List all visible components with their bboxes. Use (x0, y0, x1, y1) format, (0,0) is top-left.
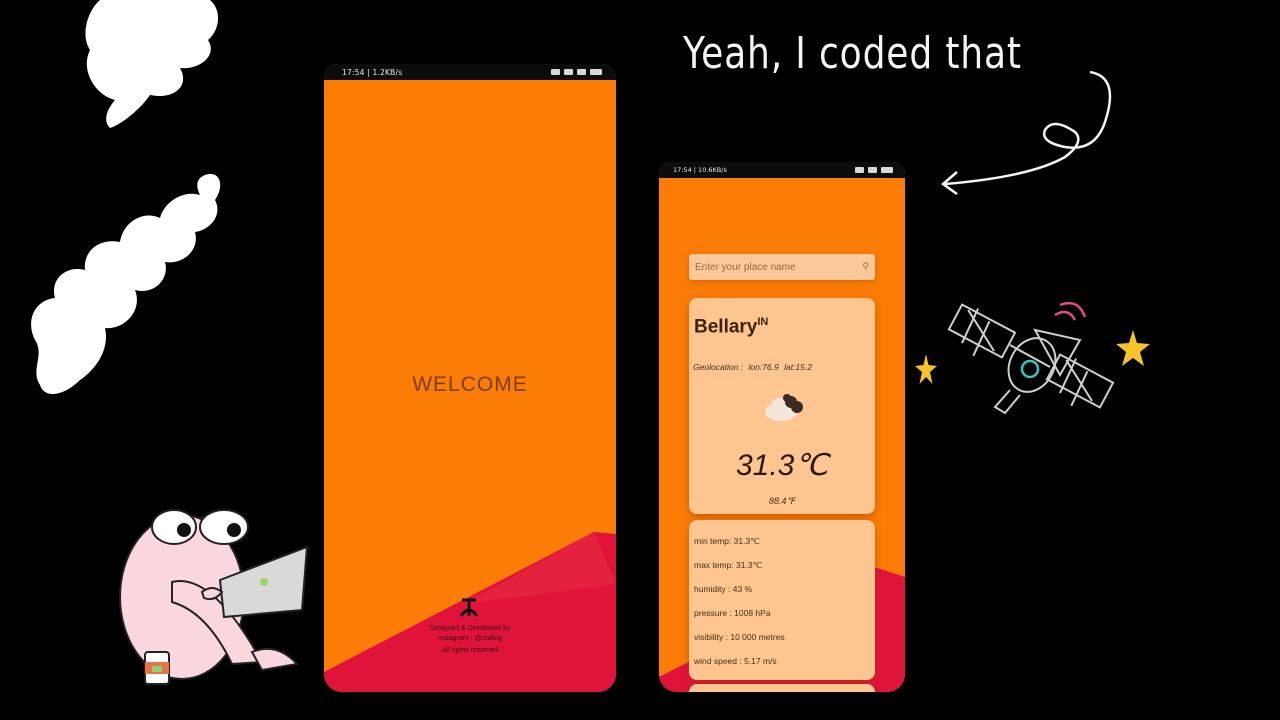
detail-max-temp: max temp: 31.3℃ (694, 560, 763, 570)
satellite-icon (947, 301, 1115, 415)
star-icon (1116, 330, 1150, 366)
geolocation: Geolocation : lon:76.9 lat:15.2 (693, 362, 812, 372)
star-icon (915, 354, 937, 384)
splash-phone-screen: 17:54 | 1.2KB/s WELCOME Designed & Devel… (324, 64, 616, 692)
cloud-icon (765, 394, 803, 421)
sticker-blob-bottom (31, 174, 221, 395)
city-name: BellaryIN (694, 316, 768, 338)
detail-wind-speed: wind speed : 5.17 m/s (694, 656, 777, 666)
welcome-title: WELCOME (412, 373, 528, 396)
detail-visibility: visibility : 10 000 metres (694, 632, 785, 642)
next-card-peek (689, 684, 875, 692)
current-weather-card: BellaryIN Geolocation : lon:76.9 lat:15.… (689, 298, 875, 514)
credit-line: Designed & Developed by (429, 625, 511, 632)
detail-pressure: pressure : 1008 hPa (694, 608, 771, 618)
app-logo-icon (459, 598, 479, 617)
temperature-celsius: 31.3℃ (735, 449, 829, 482)
credit-line: All rights reserved (441, 647, 499, 654)
sticker-blob-top (85, 0, 219, 128)
detail-humidity: humidity : 43 % (694, 584, 753, 594)
place-search-input[interactable] (695, 261, 845, 273)
country-code: IN (757, 316, 769, 328)
character-with-laptop (119, 509, 309, 685)
search-bar[interactable]: ⚲ (689, 254, 875, 280)
weather-details-card: min temp: 31.3℃ max temp: 31.3℃ humidity… (689, 520, 875, 680)
weather-phone-screen: 17:54 | 10.6KB/s ⚲ BellaryIN Geolocation… (659, 162, 905, 692)
latitude: lat:15.2 (784, 362, 812, 372)
search-icon[interactable]: ⚲ (862, 262, 869, 272)
temperature-fahrenheit: 88.4℉ (768, 496, 796, 506)
arrow-doodle (940, 70, 1112, 196)
geolocation-label: Geolocation : (693, 362, 744, 372)
credit-line: instagram : @coding (437, 635, 503, 642)
city-label: Bellary (694, 316, 758, 338)
detail-min-temp: min temp: 31.3℃ (694, 536, 760, 546)
longitude: lon:76.9 (748, 362, 779, 372)
